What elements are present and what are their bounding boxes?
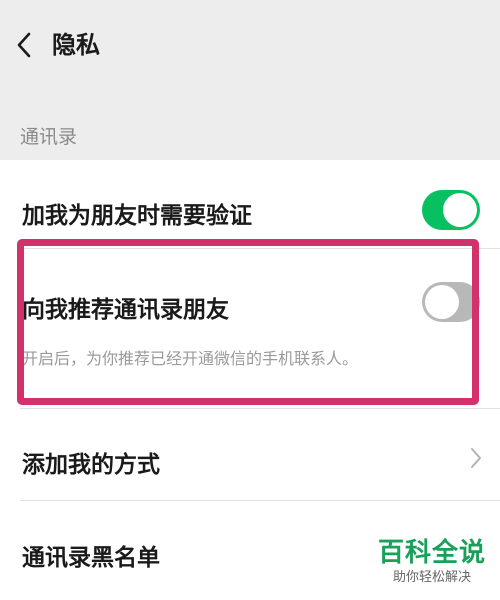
toggle-knob: [425, 285, 459, 319]
recommend-contacts-label: 向我推荐通讯录朋友: [22, 297, 229, 323]
top-bar: 隐私: [0, 0, 500, 90]
watermark-logo: 百科全说: [377, 538, 486, 568]
verify-friend-label: 加我为朋友时需要验证: [22, 203, 252, 229]
watermark-slogan: 助你轻松解决: [392, 570, 471, 585]
verify-friend-row: 加我为朋友时需要验证: [0, 160, 500, 250]
verify-friend-toggle[interactable]: [422, 190, 480, 230]
toggle-knob: [443, 193, 477, 227]
recommend-contacts-row: 向我推荐通讯录朋友: [0, 250, 500, 410]
section-label-contacts: 通讯录: [20, 126, 78, 148]
recommend-contacts-toggle[interactable]: [422, 282, 480, 322]
chevron-right-icon: [471, 448, 481, 468]
settings-group: 加我为朋友时需要验证 向我推荐通讯录朋友 开启后，为你推荐已经开通微信的手机联系…: [0, 160, 500, 600]
blacklist-label: 通讯录黑名单: [22, 545, 160, 571]
divider: [20, 408, 500, 409]
watermark: 百科全说 助你轻松解决: [372, 538, 492, 588]
chevron-left-icon[interactable]: [14, 30, 34, 60]
page-title: 隐私: [52, 31, 100, 59]
recommend-contacts-description: 开启后，为你推荐已经开通微信的手机联系人。: [22, 349, 359, 368]
add-methods-row[interactable]: 添加我的方式: [0, 410, 500, 500]
add-methods-label: 添加我的方式: [22, 452, 160, 478]
divider: [20, 248, 500, 249]
